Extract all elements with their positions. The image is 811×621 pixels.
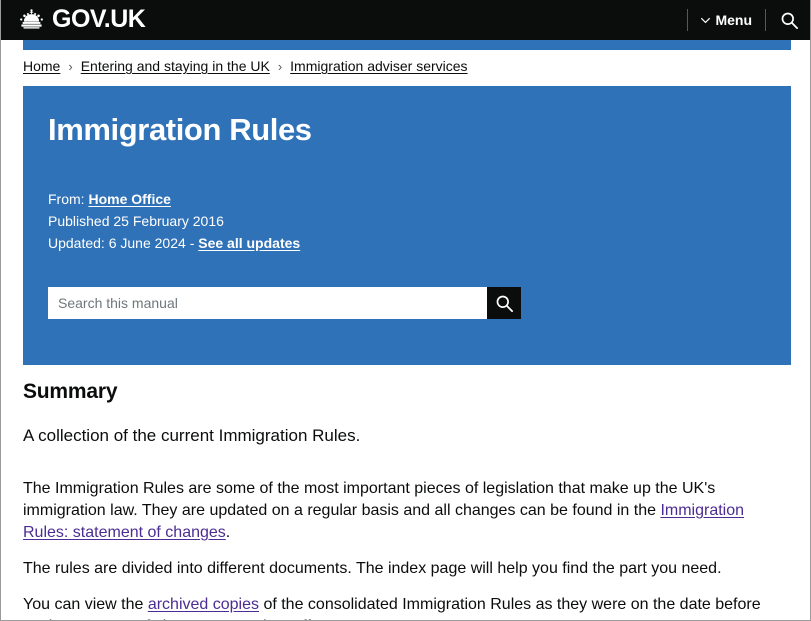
breadcrumb-separator: › bbox=[277, 58, 283, 74]
manual-search-form bbox=[48, 287, 521, 319]
search-icon bbox=[781, 12, 798, 29]
paragraph-archived-copies: You can view the archived copies of the … bbox=[23, 594, 771, 620]
breadcrumb-item-immigration-adviser-services[interactable]: Immigration adviser services bbox=[290, 58, 467, 74]
crown-icon bbox=[20, 9, 43, 29]
summary-heading: Summary bbox=[23, 380, 118, 403]
breadcrumb-item-entering-and-staying-in-the-uk[interactable]: Entering and staying in the UK bbox=[81, 58, 270, 74]
metadata-published: Published 25 February 2016 bbox=[48, 210, 791, 232]
menu-button-label: Menu bbox=[715, 12, 752, 28]
govuk-logo-text: GOV.UK bbox=[52, 4, 146, 33]
govuk-logo-link[interactable]: GOV.UK bbox=[16, 0, 146, 40]
breadcrumb-separator: › bbox=[68, 58, 73, 74]
paragraph-immigration-rules-legislation: The Immigration Rules are some of the mo… bbox=[23, 478, 771, 544]
metadata-updated-label: Updated: bbox=[48, 235, 105, 252]
header-search-button[interactable] bbox=[766, 0, 810, 40]
paragraph-3-text-before-link: You can view the bbox=[23, 595, 148, 613]
metadata-updated-date: 6 June 2024 bbox=[108, 235, 186, 252]
metadata-separator: - bbox=[189, 235, 195, 252]
chevron-down-icon bbox=[701, 17, 711, 23]
publication-metadata: From: Home Office Published 25 February … bbox=[48, 188, 791, 254]
banner-top-strip bbox=[23, 40, 791, 50]
metadata-published-date: 25 February 2016 bbox=[113, 213, 224, 230]
paragraph-1-text-before-link: The Immigration Rules are some of the mo… bbox=[23, 479, 716, 519]
browser-viewport: GOV.UK Menu Home › Entering and staying … bbox=[0, 0, 811, 621]
metadata-published-label: Published bbox=[48, 213, 110, 230]
home-office-link[interactable]: Home Office bbox=[88, 191, 170, 207]
metadata-from-label: From: bbox=[48, 191, 85, 208]
metadata-from: From: Home Office bbox=[48, 188, 791, 210]
breadcrumb-item-home[interactable]: Home bbox=[23, 58, 60, 74]
metadata-updated: Updated: 6 June 2024 - See all updates bbox=[48, 232, 791, 254]
main-content: Summary A collection of the current Immi… bbox=[23, 380, 783, 620]
paragraph-1-text-after-link: . bbox=[225, 523, 231, 541]
search-input[interactable] bbox=[48, 287, 487, 319]
search-submit-button[interactable] bbox=[487, 287, 521, 319]
menu-button[interactable]: Menu bbox=[688, 0, 765, 40]
breadcrumb: Home › Entering and staying in the UK › … bbox=[23, 58, 468, 74]
summary-lead-paragraph: A collection of the current Immigration … bbox=[23, 426, 361, 445]
paragraph-rules-divided: The rules are divided into different doc… bbox=[23, 559, 722, 577]
page-title: Immigration Rules bbox=[48, 112, 312, 147]
search-icon bbox=[496, 295, 513, 312]
publication-banner: Immigration Rules From: Home Office Publ… bbox=[23, 86, 791, 365]
header-actions: Menu bbox=[687, 0, 810, 40]
see-all-updates-link[interactable]: See all updates bbox=[198, 235, 300, 251]
archived-copies-link[interactable]: archived copies bbox=[148, 596, 259, 613]
govuk-global-header: GOV.UK Menu bbox=[1, 0, 810, 40]
